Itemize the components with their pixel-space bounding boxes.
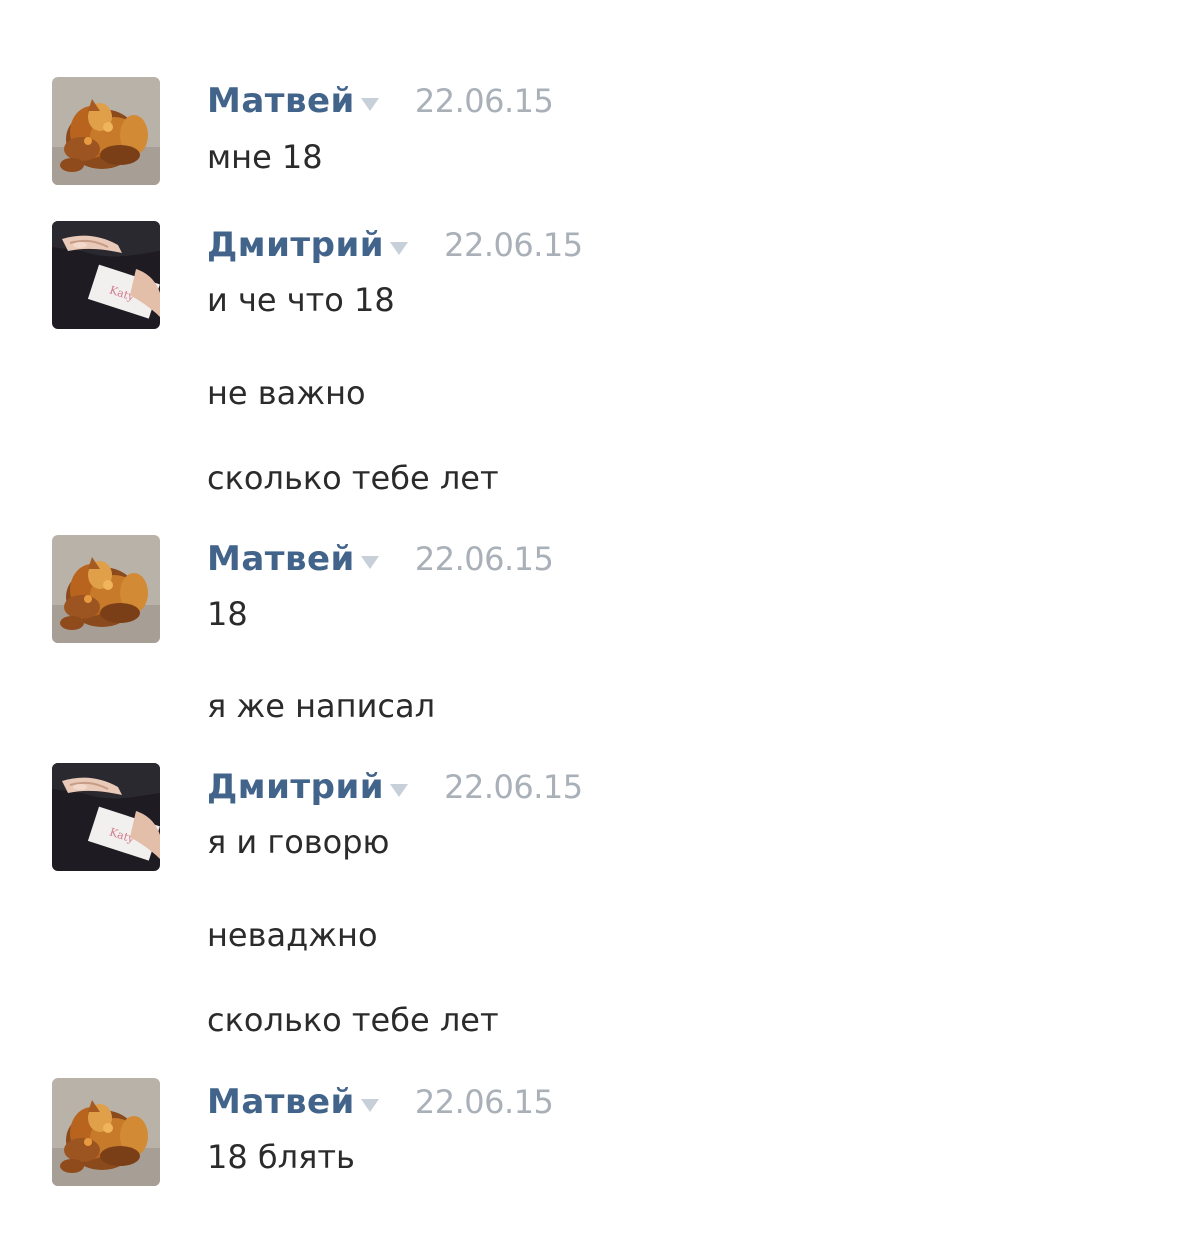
message-date: 22.06.15 [444,768,583,806]
hand-with-card-avatar-icon[interactable] [52,763,160,871]
message-text: я и говорю [207,823,390,861]
message-text: мне 18 [207,138,323,176]
author-name[interactable]: Матвей [207,81,355,121]
dropdown-caret-icon[interactable] [390,241,409,255]
hand-with-card-avatar-icon[interactable] [52,221,160,329]
message-header: Матвей 22.06.15 [207,78,554,124]
message-header: Дмитрий 22.06.15 [207,764,583,810]
message-text: и че что 18 [207,281,395,319]
author-name[interactable]: Дмитрий [207,767,384,807]
dropdown-caret-icon[interactable] [360,555,379,569]
message-text: сколько тебе лет [207,459,499,497]
author-name[interactable]: Матвей [207,1082,355,1122]
autumn-leaves-avatar-icon[interactable] [52,1078,160,1186]
message-text: не важно [207,374,366,412]
message-text: 18 блять [207,1138,355,1176]
author-name[interactable]: Дмитрий [207,225,384,265]
dropdown-caret-icon[interactable] [360,1098,379,1112]
autumn-leaves-avatar-icon[interactable] [52,77,160,185]
message-date: 22.06.15 [414,540,554,578]
message-text: сколько тебе лет [207,1001,499,1039]
chat-history: Матвей 22.06.15 мне 18 Дмитрий 22.06.15 … [0,0,1179,1260]
dropdown-caret-icon[interactable] [360,97,379,111]
message-date: 22.06.15 [444,226,583,264]
message-header: Матвей 22.06.15 [207,536,554,582]
dropdown-caret-icon[interactable] [390,783,409,797]
message-header: Матвей 22.06.15 [207,1079,554,1125]
autumn-leaves-avatar-icon[interactable] [52,535,160,643]
author-name[interactable]: Матвей [207,539,355,579]
message-date: 22.06.15 [414,82,554,120]
message-text: 18 [207,595,248,633]
message-text: неваджно [207,916,378,954]
message-header: Дмитрий 22.06.15 [207,222,583,268]
message-text: я же написал [207,687,436,725]
message-date: 22.06.15 [414,1083,554,1121]
